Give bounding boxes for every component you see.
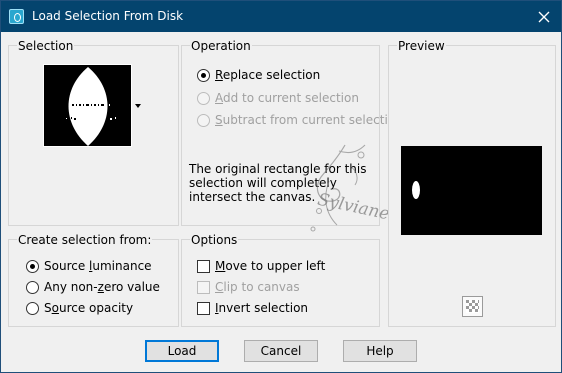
radio-label: Replace selection: [215, 68, 321, 82]
checkbox-indicator: [197, 281, 210, 294]
subtract-from-selection-radio[interactable]: Subtract from current selection: [197, 113, 403, 128]
radio-indicator: [26, 302, 39, 315]
radio-label: Any non-zero value: [44, 280, 160, 294]
chevron-down-icon[interactable]: [135, 104, 141, 108]
window-title: Load Selection From Disk: [32, 9, 184, 23]
add-to-selection-radio[interactable]: Add to current selection: [197, 91, 359, 106]
checkbox-indicator: [197, 260, 210, 273]
move-to-upper-left-checkbox[interactable]: Move to upper left: [197, 259, 325, 274]
radio-label: Source opacity: [44, 301, 134, 315]
cancel-button[interactable]: Cancel: [244, 340, 318, 362]
selection-icon: [9, 9, 24, 24]
radio-indicator: [26, 260, 39, 273]
radio-label: Subtract from current selection: [215, 113, 403, 127]
clip-to-canvas-checkbox[interactable]: Clip to canvas: [197, 280, 300, 295]
source-luminance-radio[interactable]: Source luminance: [26, 259, 152, 274]
background-toggle-button[interactable]: [462, 296, 483, 317]
any-non-zero-value-radio[interactable]: Any non-zero value: [26, 280, 160, 295]
selection-shape: [66, 67, 116, 146]
dialog-window: Load Selection From Disk Selection Opera…: [0, 0, 562, 373]
create-selection-group-title: Create selection from:: [17, 233, 153, 247]
close-button[interactable]: [527, 1, 561, 32]
options-group-title: Options: [190, 233, 239, 247]
operation-info-text: The original rectangle for this selectio…: [189, 162, 367, 204]
selection-thumbnail[interactable]: [43, 64, 132, 147]
radio-label: Source luminance: [44, 259, 152, 273]
checkbox-indicator: [197, 302, 210, 315]
checkbox-label: Invert selection: [215, 301, 309, 315]
preview-selection-shape: [412, 181, 420, 199]
checkbox-label: Move to upper left: [215, 259, 326, 273]
radio-indicator: [197, 92, 210, 105]
selection-group-title: Selection: [17, 39, 75, 53]
preview-image: [401, 146, 542, 235]
checkbox-label: Clip to canvas: [215, 280, 300, 294]
help-button[interactable]: Help: [343, 340, 417, 362]
checkerboard-icon: [466, 300, 479, 313]
radio-indicator: [197, 114, 210, 127]
radio-label: Add to current selection: [215, 91, 359, 105]
source-opacity-radio[interactable]: Source opacity: [26, 301, 133, 316]
radio-indicator: [26, 281, 39, 294]
invert-selection-checkbox[interactable]: Invert selection: [197, 301, 308, 316]
radio-indicator: [197, 69, 210, 82]
title-bar[interactable]: Load Selection From Disk: [1, 1, 561, 32]
preview-group-title: Preview: [397, 39, 446, 53]
replace-selection-radio[interactable]: Replace selection: [197, 68, 320, 83]
load-button[interactable]: Load: [145, 340, 219, 362]
close-icon: [538, 11, 550, 22]
operation-group-title: Operation: [190, 39, 252, 53]
